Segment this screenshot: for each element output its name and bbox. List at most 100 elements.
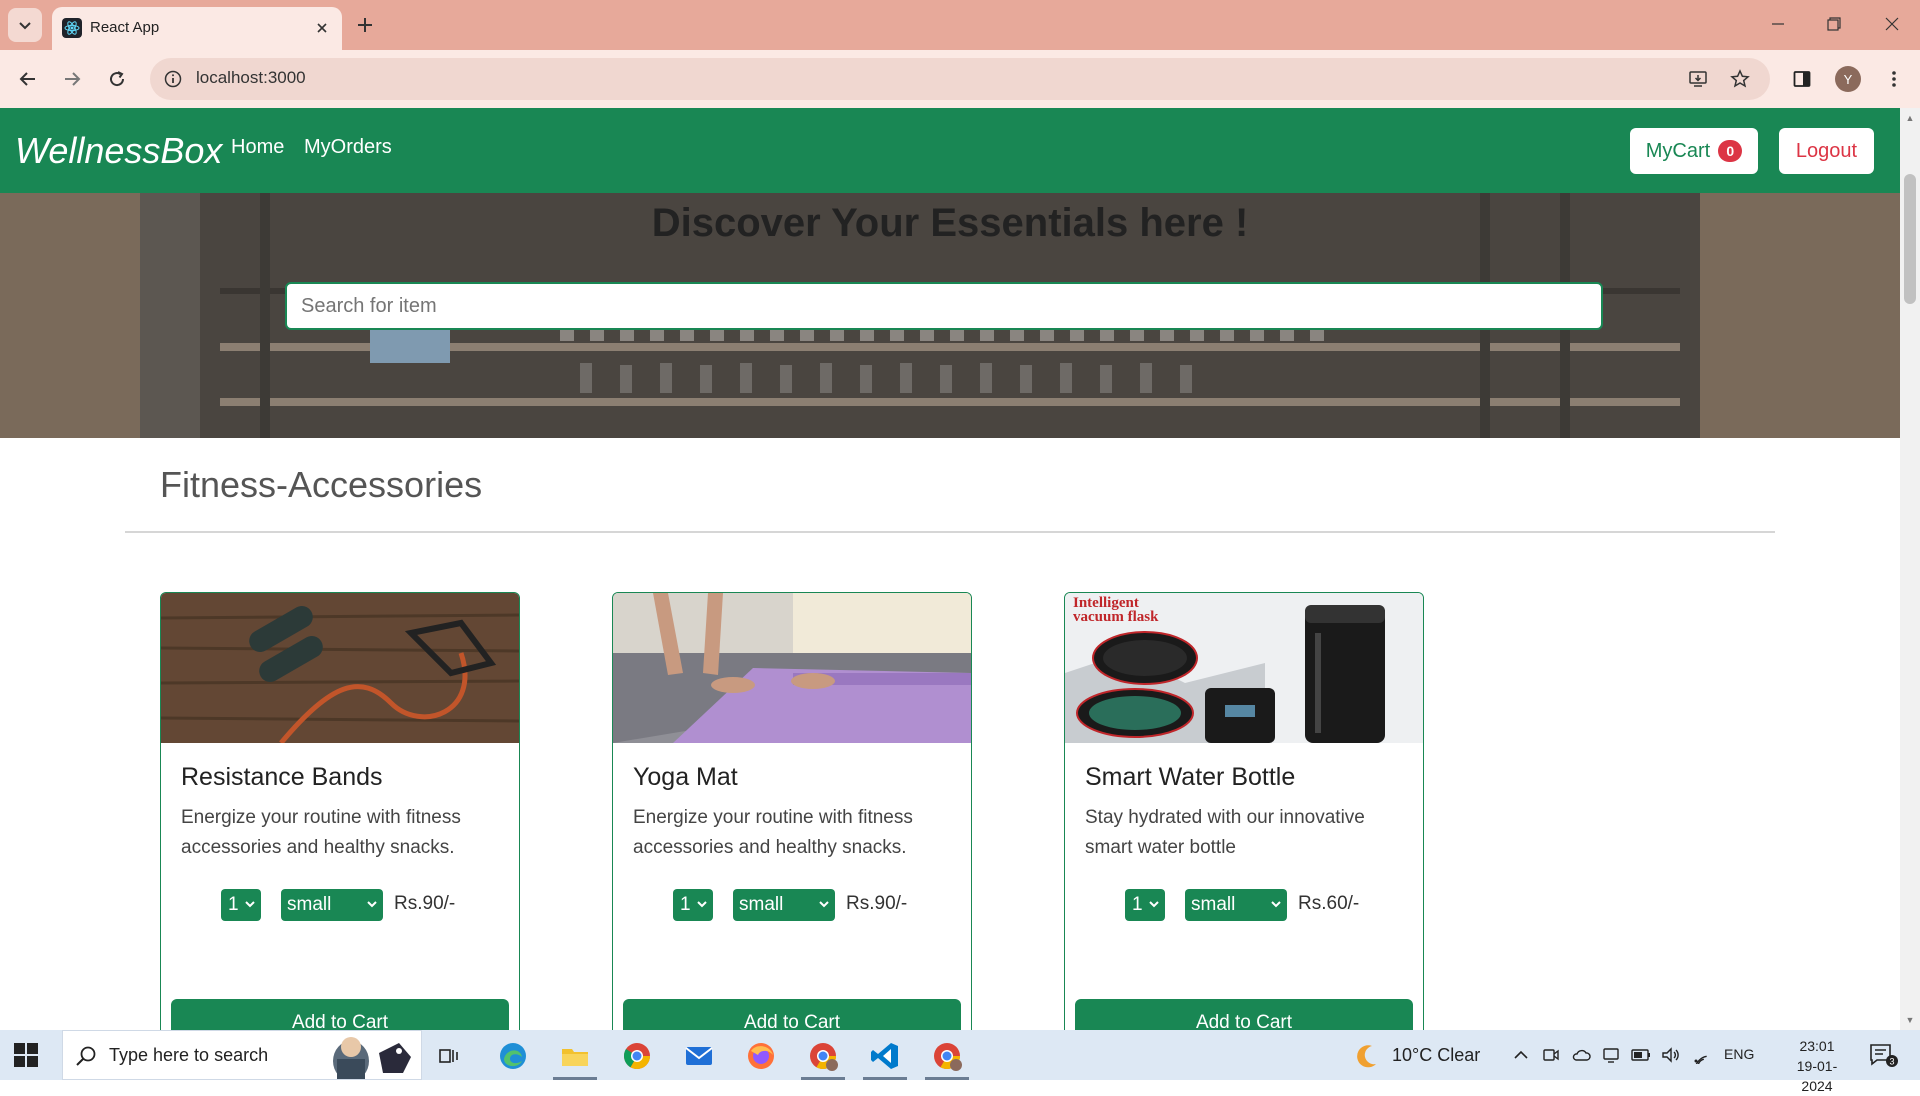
taskbar-chrome-profile[interactable] [806,1039,840,1073]
taskbar-file-explorer[interactable] [558,1039,592,1073]
product-card: Resistance Bands Energize your routine w… [160,592,520,1030]
input-language-indicator[interactable]: ENG [1724,1046,1754,1062]
moon-weather-icon[interactable] [1352,1042,1380,1070]
scroll-up-arrow-icon[interactable]: ▲ [1904,112,1916,124]
windows-start-icon[interactable] [14,1043,38,1067]
windows-taskbar: Type here to search 10°C Clear ENG 23:01… [0,1030,1920,1094]
section-divider [125,531,1775,533]
taskbar-edge[interactable] [496,1039,530,1073]
chrome-profile-icon [810,1043,838,1071]
profile-avatar[interactable]: Y [1835,66,1861,92]
brand-logo[interactable]: WellnessBox [15,130,222,172]
back-button[interactable] [12,63,44,95]
address-bar[interactable]: localhost:3000 [150,58,1770,100]
size-value: small [287,894,332,915]
nav-link-home[interactable]: Home [231,136,284,159]
close-icon [1885,17,1899,31]
show-hidden-icons-button[interactable] [1510,1044,1532,1066]
forward-button[interactable] [56,63,88,95]
browser-tab[interactable]: React App [52,7,342,50]
task-view-button[interactable] [432,1039,466,1073]
mycart-label: MyCart [1645,139,1711,162]
quantity-select[interactable]: 1 [1125,889,1165,921]
react-favicon-icon [62,18,82,38]
tray-display[interactable] [1600,1044,1622,1066]
quantity-select[interactable]: 1 [221,889,261,921]
product-options: 1 small Rs.90/- [613,889,971,923]
size-select[interactable]: small [281,889,383,921]
resistance-bands-image [161,593,519,743]
product-name: Resistance Bands [181,763,383,791]
speaker-icon [1662,1047,1679,1063]
reload-button[interactable] [101,63,133,95]
site-navbar: WellnessBox Home MyOrders MyCart 0 Logou… [0,108,1900,193]
product-description: Energize your routine with fitness acces… [633,807,913,858]
tray-meet-now[interactable] [1540,1044,1562,1066]
quantity-value: 1 [1132,894,1143,915]
page-scrollbar[interactable]: ▲ ▼ [1900,108,1920,1030]
product-name: Smart Water Bottle [1085,763,1296,791]
firefox-icon [748,1043,774,1069]
smart-water-bottle-image: Intelligent vacuum flask [1065,593,1423,743]
product-options: 1 small Rs.90/- [161,889,519,923]
quantity-select[interactable]: 1 [673,889,713,921]
add-to-cart-button[interactable]: Add to Cart [1075,999,1413,1030]
scrollbar-thumb[interactable] [1904,174,1916,304]
mail-icon [685,1047,713,1065]
tab-search-button[interactable] [8,8,42,42]
arrow-right-icon [65,72,81,86]
taskbar-vscode[interactable] [868,1039,902,1073]
chevron-down-icon [19,22,31,30]
size-select[interactable]: small [733,889,835,921]
product-price: Rs.90/- [846,893,908,914]
install-app-button[interactable] [1686,67,1710,91]
tray-battery[interactable] [1630,1044,1652,1066]
notification-count: 3 [1889,1057,1894,1067]
tray-onedrive[interactable] [1570,1044,1592,1066]
restore-button[interactable] [1806,0,1862,48]
logout-button[interactable]: Logout [1779,128,1874,174]
side-panel-button[interactable] [1786,63,1818,95]
chevron-down-icon [819,901,829,908]
search-highlight-illustration-icon [333,1037,411,1079]
mycart-button[interactable]: MyCart 0 [1630,128,1758,174]
scroll-down-arrow-icon[interactable]: ▼ [1904,1014,1916,1026]
product-description: Energize your routine with fitness acces… [181,807,461,858]
product-name: Yoga Mat [633,763,738,791]
nav-link-myorders[interactable]: MyOrders [304,136,392,159]
chevron-up-icon [1514,1050,1528,1059]
category-title: Fitness-Accessories [160,464,483,505]
quantity-value: 1 [228,894,239,915]
minimize-button[interactable] [1750,0,1806,48]
cart-count-badge: 0 [1718,140,1743,162]
notification-center-icon[interactable]: 3 [1868,1042,1898,1068]
taskbar-chrome[interactable] [620,1039,654,1073]
add-to-cart-button[interactable]: Add to Cart [171,999,509,1030]
plus-icon [358,18,372,32]
product-card: Yoga Mat Energize your routine with fitn… [612,592,972,1030]
weather-text[interactable]: 10°C Clear [1392,1045,1480,1066]
product-card: Intelligent vacuum flask Smart Water Bot… [1064,592,1424,1030]
arrow-left-icon [19,72,35,86]
taskbar-mail[interactable] [682,1039,716,1073]
new-tab-button[interactable] [352,12,378,38]
browser-menu-button[interactable] [1878,63,1910,95]
folder-icon [562,1049,588,1066]
chevron-down-icon [697,901,707,908]
quantity-value: 1 [680,894,691,915]
search-input[interactable] [285,282,1603,330]
star-icon [1730,69,1750,88]
tray-volume[interactable] [1660,1044,1682,1066]
taskbar-search-box[interactable]: Type here to search [62,1030,422,1080]
tray-network[interactable] [1690,1044,1712,1066]
close-window-button[interactable] [1864,0,1920,48]
taskbar-chrome-active[interactable] [930,1039,964,1073]
bookmark-button[interactable] [1728,67,1752,91]
add-to-cart-button[interactable]: Add to Cart [623,999,961,1030]
site-info-button[interactable] [162,68,184,90]
size-select[interactable]: small [1185,889,1287,921]
vscode-icon [871,1043,898,1069]
system-clock[interactable]: 23:01 19-01-2024 [1782,1036,1852,1096]
taskbar-firefox[interactable] [744,1039,778,1073]
tab-close-button[interactable] [312,18,332,38]
